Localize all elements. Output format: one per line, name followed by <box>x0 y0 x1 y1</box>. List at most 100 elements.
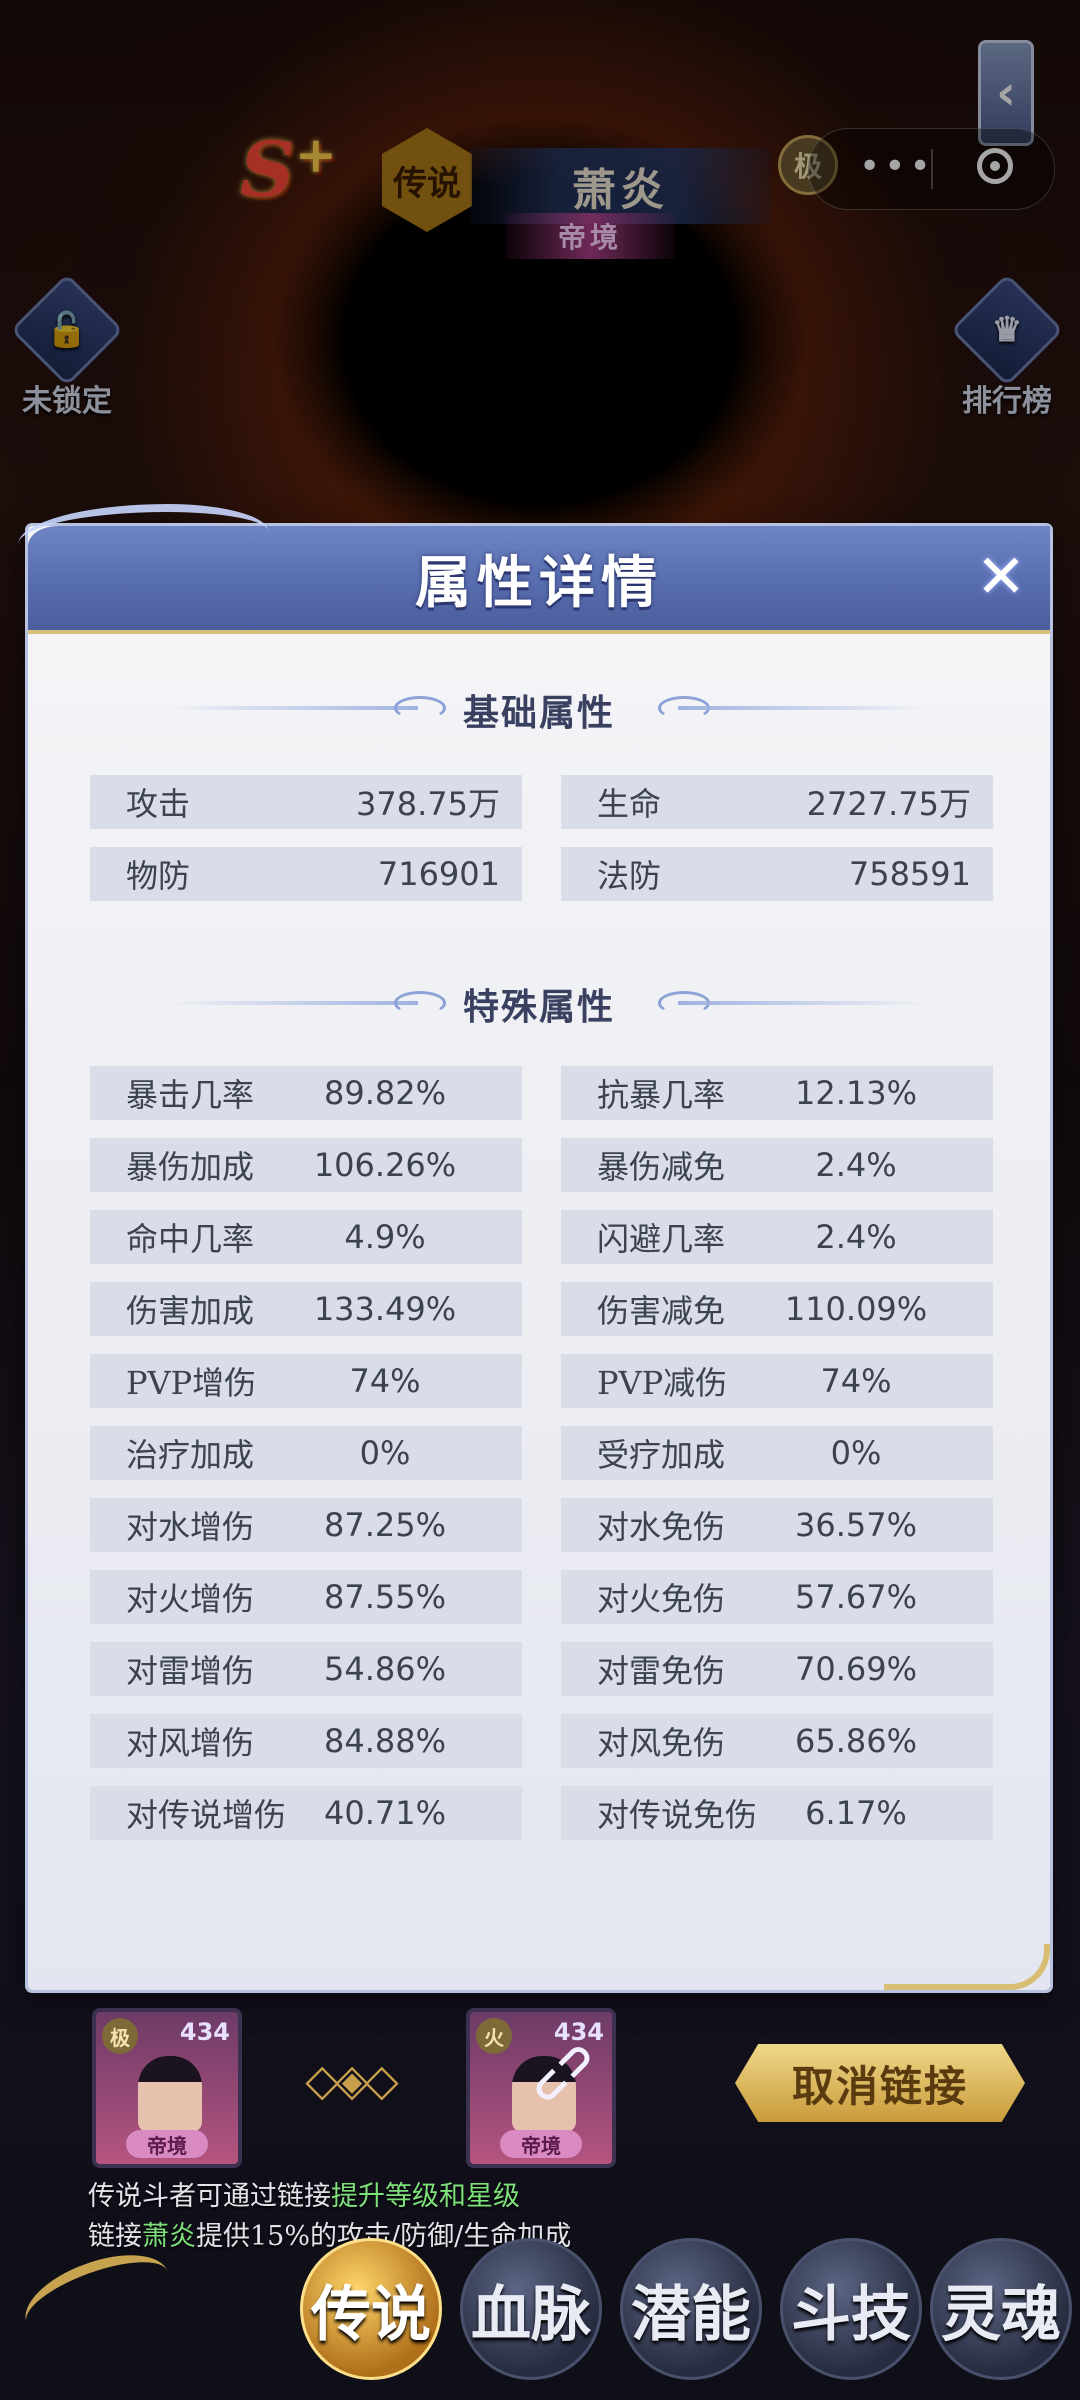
tab-skill[interactable]: 斗技 <box>780 2238 922 2380</box>
stat-value: 2.4% <box>815 1218 897 1256</box>
card-level: 434 <box>179 2018 230 2046</box>
tab-soul[interactable]: 灵魂 <box>930 2238 1072 2380</box>
stat-row: 对传说免伤 6.17% <box>561 1786 993 1840</box>
stat-label: 对传说免伤 <box>597 1796 758 1834</box>
stat-row: 生命 2727.75万 <box>561 775 993 829</box>
stat-label: 对雷免伤 <box>597 1652 726 1690</box>
stat-label: 对传说增伤 <box>126 1796 287 1834</box>
stat-label: 受疗加成 <box>597 1436 726 1474</box>
stat-row: 物防 716901 <box>90 847 522 901</box>
stat-value: 54.86% <box>323 1650 446 1688</box>
stat-label: 暴击几率 <box>126 1076 255 1114</box>
stat-label: PVP增伤 <box>126 1364 257 1402</box>
stat-row: 抗暴几率 12.13% <box>561 1066 993 1120</box>
attribute-detail-modal: 属性详情 ✕ 基础属性 攻击 378.75万 生命 2727.75万物防 716901 法… <box>18 504 1050 1990</box>
stat-label: 治疗加成 <box>126 1436 255 1474</box>
stat-value: 110.09% <box>784 1290 928 1328</box>
stat-label: 伤害加成 <box>126 1292 255 1330</box>
stat-label: 伤害减免 <box>597 1292 726 1330</box>
stat-row: 对雷增伤 54.86% <box>90 1642 522 1696</box>
stat-value: 378.75万 <box>356 785 500 823</box>
link-chain-ornament: ◇◈◇ <box>305 2054 399 2106</box>
stat-label: 抗暴几率 <box>597 1076 726 1114</box>
stat-value: 65.86% <box>794 1722 917 1760</box>
stat-value: 89.82% <box>323 1074 446 1112</box>
footer-wave-decoration <box>884 1944 1050 1990</box>
stat-label: 暴伤减免 <box>597 1148 726 1186</box>
stat-value: 6.17% <box>805 1794 907 1832</box>
stat-label: 对风增伤 <box>126 1724 255 1762</box>
unlink-button[interactable]: 取消链接 <box>735 2044 1025 2122</box>
stat-row: 法防 758591 <box>561 847 993 901</box>
stat-row: PVP增伤 74% <box>90 1354 522 1408</box>
stat-row: 受疗加成 0% <box>561 1426 993 1480</box>
card-tag: 火 <box>476 2018 512 2054</box>
stat-row: 对风免伤 65.86% <box>561 1714 993 1768</box>
tab-legend[interactable]: 传说 <box>300 2238 442 2380</box>
stat-label: PVP减伤 <box>597 1364 728 1402</box>
stat-label: 对雷增伤 <box>126 1652 255 1690</box>
stat-row: 治疗加成 0% <box>90 1426 522 1480</box>
stat-value: 716901 <box>377 855 500 893</box>
bottom-tab-bar: 传说 血脉 潜能 斗技 灵魂 <box>0 2228 1080 2400</box>
stat-value: 40.71% <box>323 1794 446 1832</box>
stat-value: 84.88% <box>323 1722 446 1760</box>
stat-row: 对水增伤 87.25% <box>90 1498 522 1552</box>
stat-value: 133.49% <box>313 1290 457 1328</box>
card-tag: 极 <box>102 2018 138 2054</box>
stat-row: 命中几率 4.9% <box>90 1210 522 1264</box>
card-badge: 帝境 <box>126 2130 208 2158</box>
stat-value: 0% <box>359 1434 411 1472</box>
stat-label: 对火增伤 <box>126 1580 255 1618</box>
stat-value: 0% <box>830 1434 882 1472</box>
stat-row: 暴伤减免 2.4% <box>561 1138 993 1192</box>
stat-value: 74% <box>349 1362 421 1400</box>
stat-row: 对传说增伤 40.71% <box>90 1786 522 1840</box>
stat-label: 闪避几率 <box>597 1220 726 1258</box>
modal-title: 属性详情 <box>415 549 663 616</box>
stat-row: 攻击 378.75万 <box>90 775 522 829</box>
hero-portrait <box>138 2056 202 2132</box>
stat-value: 36.57% <box>794 1506 917 1544</box>
stat-row: 暴击几率 89.82% <box>90 1066 522 1120</box>
tab-potential[interactable]: 潜能 <box>620 2238 762 2380</box>
section-ornament-right <box>678 706 928 710</box>
tab-bloodline[interactable]: 血脉 <box>460 2238 602 2380</box>
stat-label: 攻击 <box>126 785 191 823</box>
stat-label: 对水免伤 <box>597 1508 726 1546</box>
stat-value: 70.69% <box>794 1650 917 1688</box>
stat-label: 暴伤加成 <box>126 1148 255 1186</box>
section-ornament-right <box>678 1001 928 1005</box>
stat-row: 对火增伤 87.55% <box>90 1570 522 1624</box>
close-button[interactable]: ✕ <box>968 542 1034 612</box>
stat-row: 对雷免伤 70.69% <box>561 1642 993 1696</box>
stat-row: 暴伤加成 106.26% <box>90 1138 522 1192</box>
stat-value: 87.25% <box>323 1506 446 1544</box>
stat-label: 生命 <box>597 785 662 823</box>
stat-label: 对火免伤 <box>597 1580 726 1618</box>
linked-hero-card[interactable]: 极 434 帝境 <box>92 2008 242 2168</box>
stat-value: 74% <box>820 1362 892 1400</box>
stat-value: 12.13% <box>794 1074 917 1112</box>
stat-label: 对水增伤 <box>126 1508 255 1546</box>
stat-value: 758591 <box>848 855 971 893</box>
stat-label: 法防 <box>597 857 662 895</box>
link-hint-line-1: 传说斗者可通过链接提升等级和星级 <box>88 2181 520 2212</box>
stat-label: 物防 <box>126 857 191 895</box>
stat-value: 57.67% <box>794 1578 917 1616</box>
stat-value: 4.9% <box>344 1218 426 1256</box>
stat-row: 对水免伤 36.57% <box>561 1498 993 1552</box>
stat-value: 2727.75万 <box>806 785 971 823</box>
stat-value: 106.26% <box>313 1146 457 1184</box>
card-badge: 帝境 <box>500 2130 582 2158</box>
stat-label: 对风免伤 <box>597 1724 726 1762</box>
stat-value: 87.55% <box>323 1578 446 1616</box>
stat-value: 2.4% <box>815 1146 897 1184</box>
stat-row: 对风增伤 84.88% <box>90 1714 522 1768</box>
stat-row: 伤害加成 133.49% <box>90 1282 522 1336</box>
basic-section-title: 基础属性 <box>462 692 615 734</box>
stat-row: PVP减伤 74% <box>561 1354 993 1408</box>
stat-row: 闪避几率 2.4% <box>561 1210 993 1264</box>
stat-row: 对火免伤 57.67% <box>561 1570 993 1624</box>
stat-row: 伤害减免 110.09% <box>561 1282 993 1336</box>
